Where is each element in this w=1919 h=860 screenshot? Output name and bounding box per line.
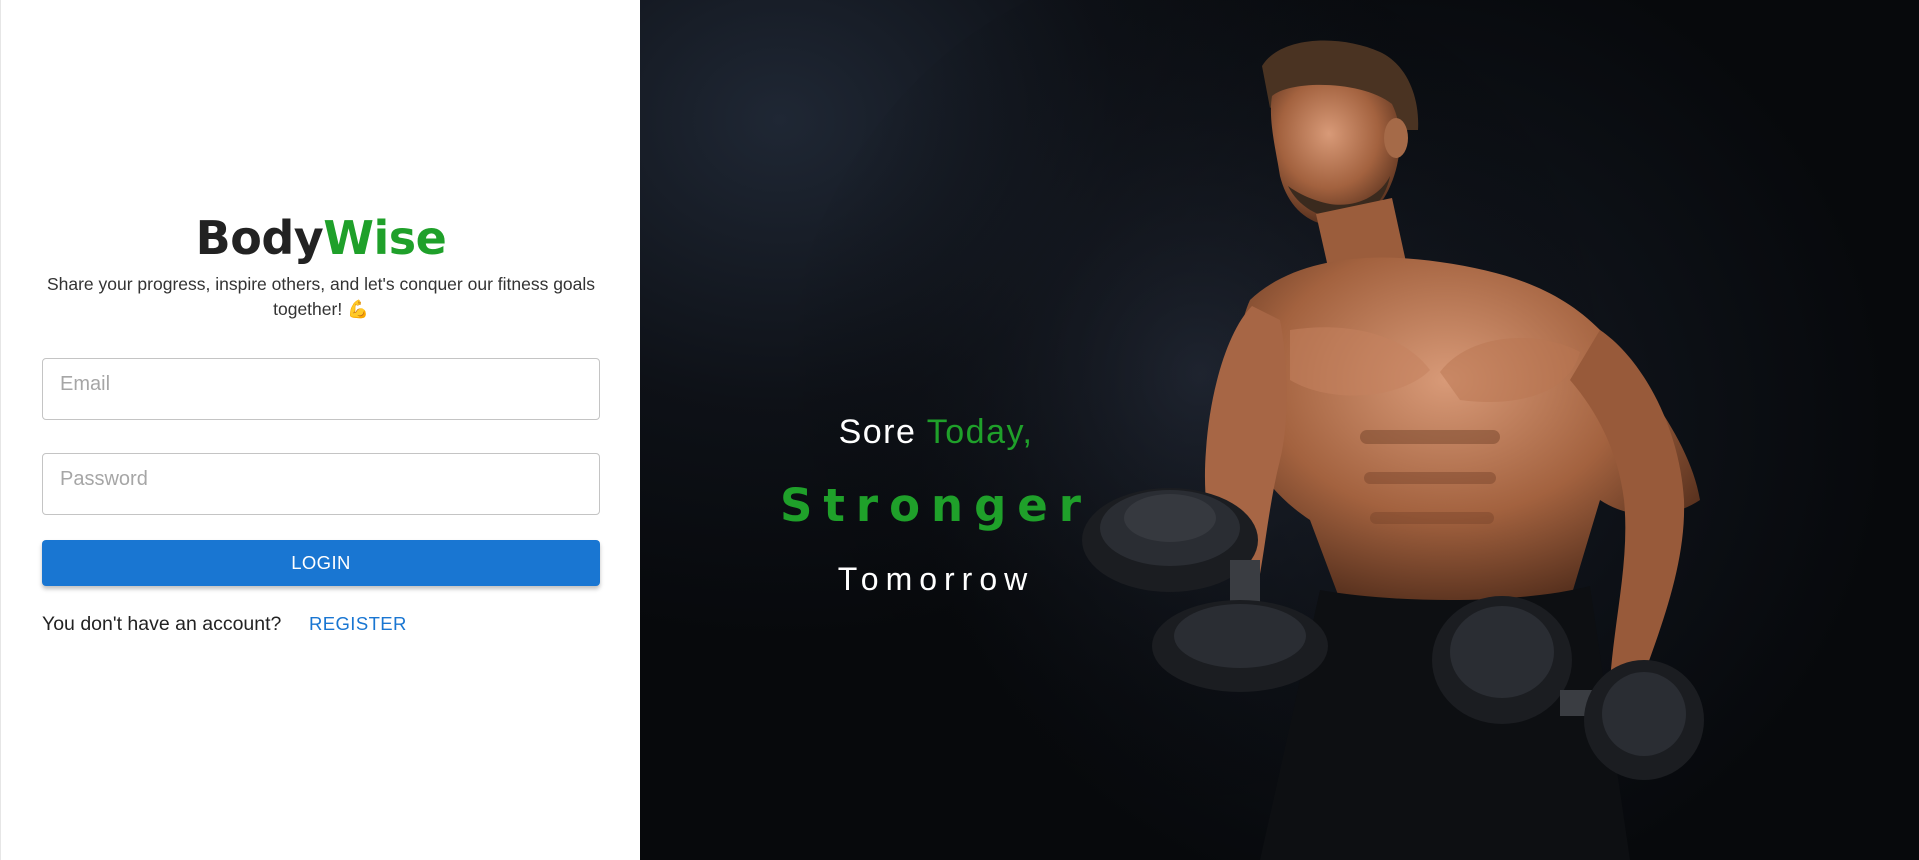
register-link[interactable]: REGISTER [309,613,407,635]
hero-panel: Sore Today, Stronger Tomorrow [640,0,1919,860]
password-field[interactable] [42,453,600,515]
slogan-line-3: Tomorrow [837,561,1035,597]
email-field[interactable] [42,358,600,420]
register-prompt: You don't have an account? [42,613,282,635]
tagline: Share your progress, inspire others, and… [46,274,596,319]
slogan-word-sore: Sore [838,413,917,451]
login-panel: BodyWise Share your progress, inspire ot… [0,0,640,860]
login-button[interactable]: LOGIN [42,540,600,586]
slogan-word-today: Today, [926,413,1034,451]
brand-name-wise: Wise [323,211,447,265]
slogan-line-1: Sore Today, [786,410,1086,454]
brand-name-body: Body [195,211,324,265]
brand-logo: BodyWise [1,208,641,268]
slogan-line-2: Stronger [780,479,1092,532]
